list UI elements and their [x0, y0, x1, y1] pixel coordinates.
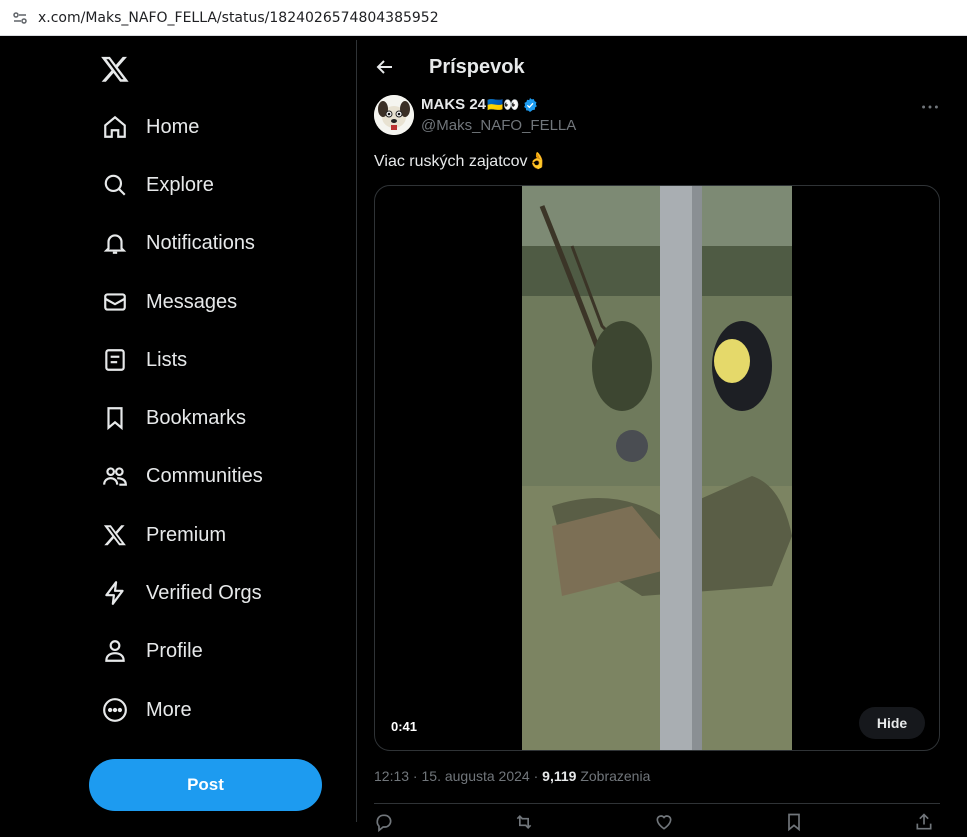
- sidebar-item-label: Home: [146, 115, 200, 138]
- video-duration: 0:41: [391, 719, 418, 734]
- reply-icon[interactable]: [374, 812, 394, 833]
- url-text[interactable]: x.com/Maks_NAFO_FELLA/status/18240265748…: [38, 10, 439, 26]
- search-icon: [102, 172, 128, 198]
- author-name[interactable]: MAKS 24 🇺🇦👀: [421, 96, 538, 113]
- like-icon[interactable]: [654, 812, 674, 832]
- bookmark-action-icon[interactable]: [784, 812, 804, 832]
- sidebar-item-premium[interactable]: Premium: [92, 510, 238, 560]
- author-name-text: MAKS 24: [421, 96, 487, 113]
- list-icon: [102, 347, 128, 373]
- sidebar-item-label: Explore: [146, 173, 214, 196]
- page-title: Príspevok: [429, 56, 525, 78]
- tweet-text: Viac ruských zajatcov👌: [374, 153, 548, 170]
- hide-button[interactable]: Hide: [859, 707, 925, 739]
- more-options-icon[interactable]: [919, 96, 941, 118]
- sidebar-item-verified-orgs[interactable]: Verified Orgs: [92, 568, 274, 618]
- divider: [374, 803, 940, 804]
- author-handle[interactable]: @Maks_NAFO_FELLA: [421, 117, 576, 134]
- share-icon[interactable]: [914, 812, 934, 832]
- people-icon: [102, 463, 128, 489]
- author-name-emoji: 🇺🇦👀: [487, 96, 520, 112]
- x-logo-icon: [102, 522, 128, 548]
- bookmark-icon: [102, 405, 128, 431]
- browser-address-bar[interactable]: x.com/Maks_NAFO_FELLA/status/18240265748…: [0, 0, 967, 36]
- avatar[interactable]: [374, 95, 414, 135]
- sidebar-item-label: Profile: [146, 639, 203, 662]
- sidebar-item-label: Premium: [146, 523, 227, 546]
- bell-icon: [102, 230, 128, 256]
- x-logo-icon[interactable]: [100, 54, 130, 84]
- main-column: Príspevok MAKS 24 🇺🇦👀 @Maks_NAFO_FELLA V…: [356, 40, 967, 833]
- tweet-actions: [374, 812, 940, 833]
- more-circle-icon: [102, 697, 128, 723]
- sidebar-item-notifications[interactable]: Notifications: [92, 218, 267, 268]
- views-count: 9,119: [542, 768, 577, 784]
- sidebar-item-label: Communities: [146, 464, 263, 487]
- sidebar-item-label: Verified Orgs: [146, 581, 262, 604]
- lightning-icon: [102, 580, 128, 606]
- repost-icon[interactable]: [514, 812, 534, 832]
- sidebar-item-label: Lists: [146, 348, 188, 371]
- views-label: Zobrazenia: [580, 768, 651, 784]
- sidebar-nav: Home Explore Notifications Messages List…: [0, 40, 356, 822]
- video-player[interactable]: 0:41 Hide: [374, 185, 940, 751]
- sidebar-item-more[interactable]: More: [92, 685, 204, 735]
- home-icon: [102, 114, 128, 140]
- sidebar-item-home[interactable]: Home: [92, 102, 211, 152]
- post-button[interactable]: Post: [89, 759, 322, 811]
- sidebar-item-communities[interactable]: Communities: [92, 451, 275, 501]
- tweet-metadata: 12:13 · 15. augusta 2024 · 9,119 Zobraze…: [374, 768, 651, 784]
- site-settings-icon[interactable]: [12, 10, 28, 26]
- tweet-date[interactable]: 15. augusta 2024: [422, 768, 530, 784]
- sidebar-item-explore[interactable]: Explore: [92, 160, 226, 210]
- person-icon: [102, 638, 128, 664]
- sidebar-item-messages[interactable]: Messages: [92, 277, 249, 327]
- video-frame[interactable]: [522, 186, 792, 750]
- verified-badge-icon: [522, 97, 538, 113]
- back-arrow-icon[interactable]: [373, 55, 397, 79]
- sidebar-item-label: More: [146, 698, 192, 721]
- sidebar-item-profile[interactable]: Profile: [92, 626, 215, 676]
- sidebar-item-label: Bookmarks: [146, 406, 247, 429]
- envelope-icon: [102, 289, 128, 315]
- sidebar-item-label: Notifications: [146, 231, 255, 254]
- sidebar-item-bookmarks[interactable]: Bookmarks: [92, 393, 258, 443]
- page-header: Príspevok: [357, 40, 967, 94]
- tweet-time[interactable]: 12:13: [374, 768, 409, 784]
- sidebar-item-label: Messages: [146, 290, 238, 313]
- sidebar-item-lists[interactable]: Lists: [92, 335, 199, 385]
